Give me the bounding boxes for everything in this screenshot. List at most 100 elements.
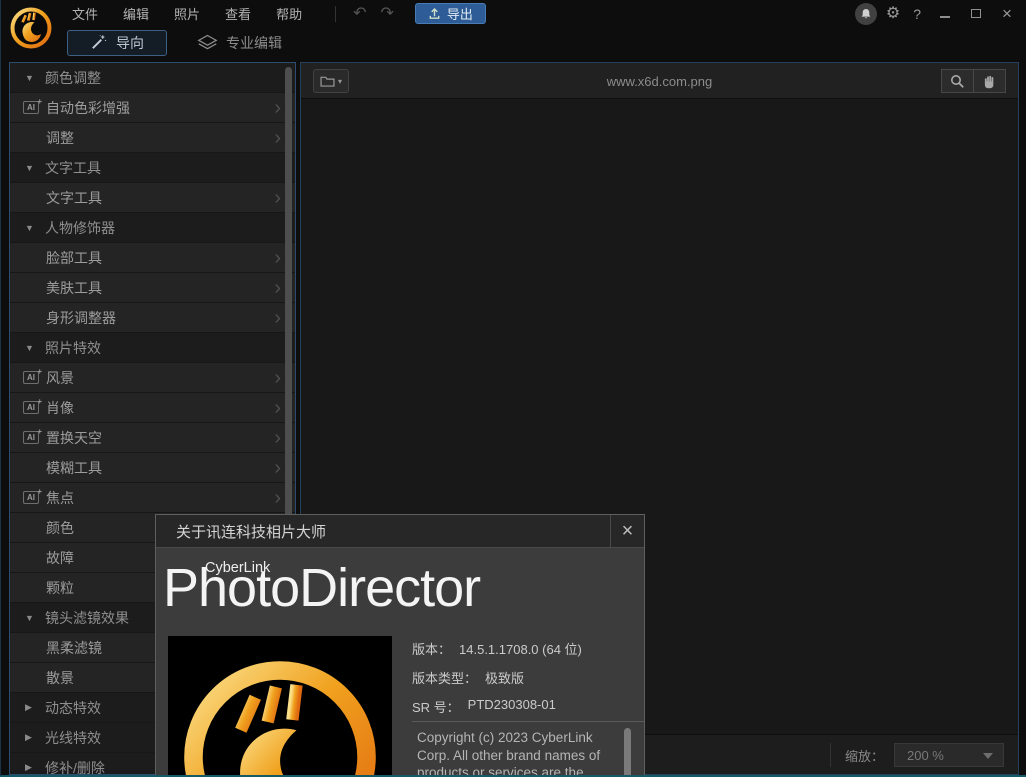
sidebar-item-7[interactable]: 美肤工具 › <box>10 273 295 303</box>
tab-guided[interactable]: 导向 <box>67 30 167 56</box>
titlebar: 文件 编辑 照片 查看 帮助 ↶ ↷ 导出 ⚙ ? <box>1 0 1026 27</box>
sidebar-label: 模糊工具 <box>46 458 102 478</box>
sidebar-group-0[interactable]: ▼颜色调整 <box>10 63 295 93</box>
sidebar-item-13[interactable]: 模糊工具 › <box>10 453 295 483</box>
chevron-right-icon: › <box>274 458 285 478</box>
ai-icon: AI+ <box>23 401 39 414</box>
open-file-name: www.x6d.com.png <box>301 63 1018 99</box>
pan-tool-button[interactable] <box>973 69 1006 93</box>
about-dialog-titlebar: 关于讯连科技相片大师 × <box>156 515 644 548</box>
zoom-level-value: 200 % <box>907 748 944 763</box>
product-logo <box>168 636 392 777</box>
about-dialog-close-button[interactable]: × <box>610 515 644 547</box>
version-row: 版本： 14.5.1.1708.0 (64 位) <box>412 639 638 658</box>
copyright-scrollbar[interactable] <box>624 728 631 777</box>
mode-bar: 导向 专业编辑 <box>1 27 1026 58</box>
triangle-down-icon: ▼ <box>25 613 37 623</box>
sidebar-label: 焦点 <box>46 488 74 508</box>
maximize-button[interactable] <box>965 4 987 24</box>
view-tools <box>941 69 1006 93</box>
sidebar-group-9[interactable]: ▼ 照片特效 <box>10 333 295 363</box>
menu-view[interactable]: 查看 <box>222 2 254 25</box>
zoom-tool-button[interactable] <box>941 69 974 93</box>
triangle-down-icon: ▼ <box>25 223 37 233</box>
sidebar-item-8[interactable]: 身形调整器› <box>10 303 295 333</box>
sidebar-item-2[interactable]: 调整› <box>10 123 295 153</box>
chevron-right-icon: › <box>274 278 285 298</box>
magic-wand-icon <box>90 34 107 51</box>
menu-edit[interactable]: 编辑 <box>120 2 152 25</box>
tab-professional-edit-label: 专业编辑 <box>226 33 282 53</box>
sidebar-label: 人物修饰器 <box>45 218 115 238</box>
version-value: 14.5.1.1708.0 (64 位) <box>459 639 582 658</box>
sidebar-group-3[interactable]: ▼文字工具 <box>10 153 295 183</box>
undo-icon[interactable]: ↶ <box>346 2 373 26</box>
sidebar-label: 颗粒 <box>46 578 74 598</box>
sidebar-item-10[interactable]: AI+风景› <box>10 363 295 393</box>
about-dialog: 关于讯连科技相片大师 × CyberLink PhotoDirector 版本：… <box>155 514 645 777</box>
triangle-down-icon: ▼ <box>25 343 37 353</box>
triangle-right-icon: ▶ <box>25 762 37 773</box>
triangle-right-icon: ▶ <box>25 732 37 743</box>
sidebar-label: 脸部工具 <box>46 248 102 268</box>
sidebar-item-12[interactable]: AI+置换天空› <box>10 423 295 453</box>
tab-guided-label: 导向 <box>116 33 144 53</box>
sidebar-label: 动态特效 <box>45 698 101 718</box>
triangle-right-icon: ▶ <box>25 702 37 713</box>
about-dialog-title: 关于讯连科技相片大师 <box>176 521 326 542</box>
menu-bar: 文件 编辑 照片 查看 帮助 <box>69 2 305 25</box>
bell-icon <box>860 8 872 20</box>
ai-icon: AI+ <box>23 101 39 114</box>
layers-icon <box>197 34 218 51</box>
edition-value: 极致版 <box>485 668 524 687</box>
sidebar-label: 黑柔滤镜 <box>46 638 102 658</box>
redo-icon[interactable]: ↷ <box>373 2 400 26</box>
window-controls: ⚙ ? × <box>855 0 1018 27</box>
sidebar-item-14[interactable]: AI+焦点› <box>10 483 295 513</box>
sr-value: PTD230308-01 <box>468 697 556 716</box>
sidebar-label: 风景 <box>46 368 74 388</box>
sidebar-label: 美肤工具 <box>46 278 102 298</box>
triangle-down-icon: ▼ <box>25 163 37 173</box>
sr-row: SR 号： PTD230308-01 <box>412 697 638 716</box>
magnifier-icon <box>950 74 965 89</box>
close-button[interactable]: × <box>996 4 1018 24</box>
chevron-right-icon: › <box>274 98 285 118</box>
dropdown-caret-icon <box>983 753 993 759</box>
settings-gear-button[interactable]: ⚙ <box>886 6 900 22</box>
chevron-right-icon: › <box>274 488 285 508</box>
sidebar-item-4[interactable]: 文字工具› <box>10 183 295 213</box>
sidebar-label: 故障 <box>46 548 74 568</box>
export-button[interactable]: 导出 <box>415 3 486 24</box>
hand-icon <box>983 74 996 89</box>
edition-label: 版本类型： <box>412 668 477 687</box>
chevron-right-icon: › <box>274 248 285 268</box>
ai-icon: AI+ <box>23 371 39 384</box>
sidebar-item-1[interactable]: AI+ 自动色彩增强 › <box>10 93 295 123</box>
tab-professional-edit[interactable]: 专业编辑 <box>197 33 282 53</box>
minimize-button[interactable] <box>934 4 956 24</box>
maximize-icon <box>971 9 981 18</box>
notification-bell-button[interactable] <box>855 3 877 25</box>
chevron-right-icon: › <box>274 398 285 418</box>
help-button[interactable]: ? <box>909 6 925 22</box>
zoom-label: 缩放： <box>845 735 884 775</box>
menu-file[interactable]: 文件 <box>69 2 101 25</box>
sidebar-label: 颜色调整 <box>45 68 101 88</box>
sidebar-label: 颜色 <box>46 518 74 538</box>
zoom-level-dropdown[interactable]: 200 % <box>894 743 1004 767</box>
menu-photo[interactable]: 照片 <box>171 2 203 25</box>
app-window: 文件 编辑 照片 查看 帮助 ↶ ↷ 导出 ⚙ ? <box>0 0 1026 777</box>
sidebar-item-6[interactable]: 脸部工具 › <box>10 243 295 273</box>
export-label: 导出 <box>447 4 473 23</box>
brand-photodirector: PhotoDirector <box>163 559 480 618</box>
sidebar-label: 自动色彩增强 <box>46 98 130 118</box>
minimize-icon <box>940 16 950 18</box>
menu-help[interactable]: 帮助 <box>273 2 305 25</box>
ai-icon: AI+ <box>23 431 39 444</box>
sidebar-item-11[interactable]: AI+肖像› <box>10 393 295 423</box>
sidebar-label: 照片特效 <box>45 338 101 358</box>
sidebar-group-5[interactable]: ▼ 人物修饰器 <box>10 213 295 243</box>
status-divider <box>830 743 831 767</box>
about-info: 版本： 14.5.1.1708.0 (64 位) 版本类型： 极致版 SR 号：… <box>412 639 638 726</box>
